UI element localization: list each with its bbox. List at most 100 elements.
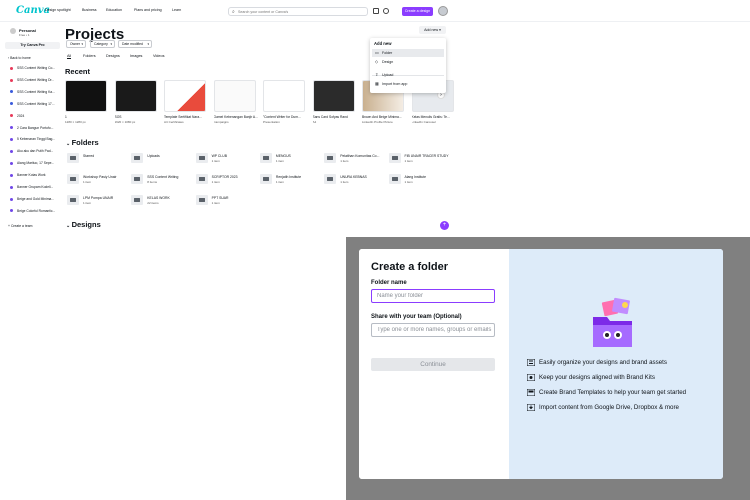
search-bar[interactable]: ⌕ Search your content or Canva's <box>228 7 368 16</box>
sidebar-item[interactable]: SSS Content Writing 17... <box>10 102 58 106</box>
try-pro-button[interactable]: Try Canva Pro <box>5 42 60 49</box>
date-modified-filter[interactable]: Date modified ▾ <box>118 40 152 48</box>
folder-item[interactable]: Renjatih Institute 1 item <box>259 174 320 188</box>
folder-item[interactable]: Pelatihan Komunitas Co... 1 item <box>324 153 384 167</box>
folder-item[interactable]: MENGUS 1 item <box>259 153 320 167</box>
sidebar-item[interactable]: Beige Colorful Romantic... <box>10 209 58 213</box>
folder-item[interactable]: Starred <box>67 153 127 167</box>
recent-design-title[interactable]: Brown And Beige Minima... <box>362 115 410 119</box>
folder-icon <box>195 153 208 163</box>
user-avatar[interactable] <box>438 6 448 16</box>
create-team-label: Create a team <box>10 224 33 228</box>
folder-item[interactable]: UNURA KEBNAS 1 item <box>324 174 384 188</box>
folder-item-count: 1 item <box>83 179 92 184</box>
team-avatar <box>10 28 16 34</box>
folder-item-count: 8 items <box>147 179 157 184</box>
back-home-link[interactable]: ‹ Back to home <box>8 56 31 60</box>
recent-design-thumbnail[interactable] <box>263 80 305 112</box>
folder-item[interactable]: Alang Institute 1 item <box>388 174 449 188</box>
tab-all[interactable]: All <box>67 54 72 59</box>
sidebar-item[interactable]: 5 Kebenaran Tinggi Bag... <box>10 137 58 141</box>
folder-item[interactable]: Uploads <box>131 153 191 167</box>
folder-item[interactable]: KELAS WORK 22 items <box>131 195 191 209</box>
import-content-icon <box>527 404 535 411</box>
notifications-icon[interactable] <box>383 8 389 14</box>
recent-design-title[interactable]: Sans Card Sofyas Rand <box>313 115 361 119</box>
nav-education[interactable]: Education <box>106 8 122 12</box>
brand-kit-icon <box>527 374 535 381</box>
folder-color-icon <box>10 78 13 82</box>
nav-business[interactable]: Business <box>82 8 97 12</box>
folder-name-input[interactable] <box>371 289 495 303</box>
recent-design-type: LinkedIn Carousel <box>411 120 436 124</box>
dropdown-item-label: Folder <box>382 51 393 55</box>
recent-design-title[interactable]: "Content Writer for Dum... <box>263 115 311 119</box>
recent-design-thumbnail[interactable] <box>114 80 157 112</box>
tab-images[interactable]: Images <box>130 54 142 58</box>
folder-name: Workshop Pasiy Unair <box>83 175 117 179</box>
organize-icon <box>527 359 535 366</box>
dropdown-item-design[interactable]: ◇ Design <box>372 58 444 66</box>
date-filter-label: Date modified <box>122 42 143 46</box>
share-label: Share with your team (Optional) <box>371 314 462 320</box>
recent-design-title[interactable]: Kelas Menulis Gratis: Te... <box>412 115 460 119</box>
folder-color-icon <box>10 149 13 153</box>
tab-folders[interactable]: Folders <box>83 54 96 58</box>
folders-heading-label: Folders <box>71 138 99 147</box>
folder-item[interactable]: SSS Content Writing 8 items <box>131 174 191 188</box>
recent-design-thumbnail[interactable] <box>164 80 206 112</box>
share-team-input[interactable] <box>371 323 495 337</box>
nav-plans-pricing[interactable]: Plans and pricing <box>134 8 162 12</box>
sidebar-item[interactable]: SSS Content Writing Co... <box>10 66 58 70</box>
folder-name: WP CLUB <box>211 154 227 158</box>
recent-design-title[interactable]: Gamel Kebenangan Banjir A... <box>214 115 262 119</box>
recent-design-thumbnail[interactable] <box>65 80 107 112</box>
category-filter[interactable]: Category ▾ <box>90 40 115 48</box>
sidebar-item[interactable]: SSS Content Writing Dr... <box>10 78 58 82</box>
nav-learn[interactable]: Learn <box>172 8 181 12</box>
folder-name: Starred <box>83 154 95 158</box>
create-design-button[interactable]: Create a design <box>402 7 433 16</box>
folder-item[interactable]: Workshop Pasiy Unair 1 item <box>67 174 127 188</box>
sidebar-item[interactable]: SSS Content Writing Ka... <box>10 90 58 94</box>
designs-heading[interactable]: ⌄ Designs <box>66 220 101 229</box>
owner-filter[interactable]: Owner ▾ <box>66 40 86 48</box>
dropdown-item-folder[interactable]: ▭ Folder <box>372 49 444 57</box>
folder-color-icon <box>10 197 13 201</box>
plus-icon[interactable]: + <box>440 221 449 230</box>
folders-heading[interactable]: ⌄ Folders <box>66 138 99 147</box>
sidebar-item[interactable]: 2 Cara Bangun Portofo... <box>10 126 58 130</box>
dialog-title: Create a folder <box>371 261 449 273</box>
sidebar-item[interactable]: Alang Marituo, 17 Sepe... <box>10 161 58 165</box>
add-new-button[interactable]: Add new ▾ <box>419 26 446 34</box>
tab-designs[interactable]: Designs <box>106 54 120 58</box>
create-team-link[interactable]: + Create a team <box>8 224 32 228</box>
sidebar-item[interactable]: Banner Grupam Kodell... <box>10 185 58 189</box>
dropdown-title: Add new <box>374 41 392 46</box>
nav-design-spotlight[interactable]: Design spotlight <box>45 8 71 12</box>
continue-button[interactable]: Continue <box>371 358 495 371</box>
folder-item[interactable]: FIB UNAIR TRACER STUDY 1 item <box>388 153 449 167</box>
tab-videos[interactable]: Videos <box>153 54 165 58</box>
settings-icon[interactable] <box>373 8 379 14</box>
chevron-down-icon: ▾ <box>147 42 149 46</box>
sidebar-item[interactable]: Banner Kotas Work <box>10 173 58 177</box>
recent-design-title[interactable]: Template Sertifikat Nara... <box>164 115 212 119</box>
folder-item[interactable]: PPT SUAR 1 item <box>195 195 256 209</box>
recent-design-thumbnail[interactable] <box>213 80 256 112</box>
dropdown-item-upload[interactable]: ⇧ Upload <box>372 71 444 79</box>
dropdown-item-import[interactable]: ▦ Import from app <box>372 80 444 88</box>
folder-name: FIB UNAIR TRACER STUDY <box>404 154 449 158</box>
recent-design-title[interactable]: SOS <box>115 115 163 119</box>
folder-item[interactable]: WP CLUB 1 item <box>195 153 256 167</box>
recent-design-thumbnail[interactable] <box>312 80 355 112</box>
folder-item[interactable]: SCRIPTOR 2023 1 item <box>195 174 256 188</box>
folder-icon <box>259 174 272 184</box>
sidebar-item[interactable]: 2024 <box>10 114 58 118</box>
folder-item[interactable]: LPM Pompa UNAIR 1 item <box>67 195 127 209</box>
sidebar-item[interactable]: Beige and Gold Minima... <box>10 197 58 201</box>
sidebar-item[interactable]: Aku aku dan Putih Pad... <box>10 149 58 153</box>
recent-design-title[interactable]: 1 <box>65 115 113 119</box>
folder-item-count: 1 item <box>211 200 220 205</box>
top-navigation: Canva Design spotlight Business Educatio… <box>0 0 750 22</box>
